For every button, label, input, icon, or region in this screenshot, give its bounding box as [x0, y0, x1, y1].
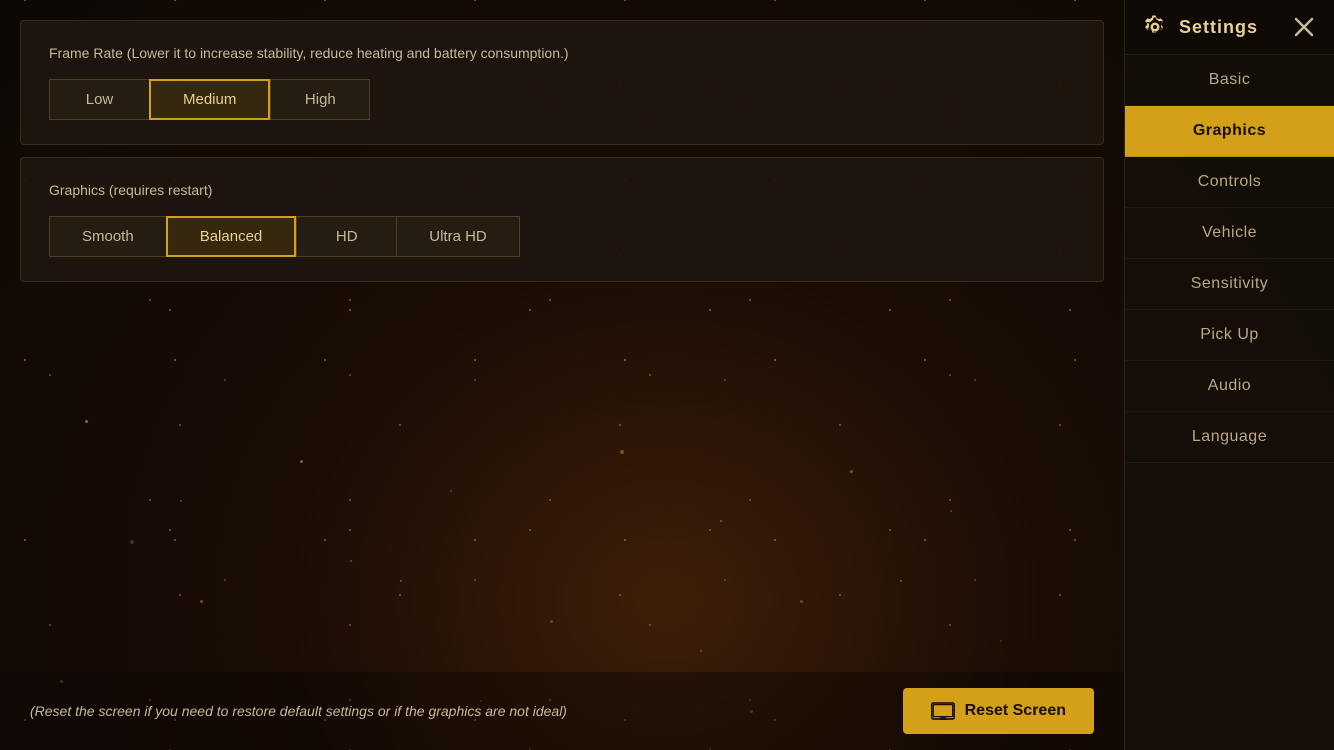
gear-icon	[1141, 13, 1169, 41]
sidebar-item-controls[interactable]: Controls	[1125, 157, 1334, 208]
sidebar-item-basic[interactable]: Basic	[1125, 55, 1334, 106]
close-icon[interactable]	[1290, 13, 1318, 41]
sidebar-item-sensitivity[interactable]: Sensitivity	[1125, 259, 1334, 310]
graphics-hd-button[interactable]: HD	[296, 216, 396, 257]
settings-title: Settings	[1179, 17, 1258, 38]
frame-rate-label: Frame Rate (Lower it to increase stabili…	[49, 45, 1075, 61]
sidebar-item-pickup[interactable]: Pick Up	[1125, 310, 1334, 361]
graphics-card: Graphics (requires restart) Smooth Balan…	[20, 157, 1104, 282]
sidebar-item-graphics[interactable]: Graphics	[1125, 106, 1334, 157]
frame-rate-high-button[interactable]: High	[270, 79, 370, 120]
sidebar-item-vehicle[interactable]: Vehicle	[1125, 208, 1334, 259]
sidebar-item-sensitivity-label: Sensitivity	[1191, 275, 1269, 293]
main-layout: Frame Rate (Lower it to increase stabili…	[0, 0, 1334, 750]
sidebar-item-graphics-label: Graphics	[1193, 122, 1266, 140]
graphics-balanced-button[interactable]: Balanced	[166, 216, 297, 257]
bottom-hint-text: (Reset the screen if you need to restore…	[30, 703, 567, 719]
frame-rate-low-button[interactable]: Low	[49, 79, 149, 120]
main-content-area: Frame Rate (Lower it to increase stabili…	[0, 0, 1124, 750]
reset-screen-icon	[931, 702, 955, 720]
graphics-ultra-hd-button[interactable]: Ultra HD	[396, 216, 520, 257]
sidebar-item-vehicle-label: Vehicle	[1202, 224, 1257, 242]
sidebar-item-basic-label: Basic	[1209, 71, 1251, 89]
reset-screen-label: Reset Screen	[965, 702, 1066, 720]
reset-screen-button[interactable]: Reset Screen	[903, 688, 1094, 734]
sidebar-nav: Basic Graphics Controls Vehicle Sensitiv…	[1125, 55, 1334, 750]
sidebar-item-language-label: Language	[1192, 428, 1267, 446]
graphics-label: Graphics (requires restart)	[49, 182, 1075, 198]
bottom-bar: (Reset the screen if you need to restore…	[0, 672, 1124, 750]
graphics-options: Smooth Balanced HD Ultra HD	[49, 216, 1075, 257]
sidebar-item-language[interactable]: Language	[1125, 412, 1334, 463]
sidebar-item-audio-label: Audio	[1208, 377, 1251, 395]
frame-rate-options: Low Medium High	[49, 79, 1075, 120]
frame-rate-medium-button[interactable]: Medium	[149, 79, 270, 120]
settings-title-group: Settings	[1141, 13, 1258, 41]
sidebar: Settings Basic Graphics Controls Vehicle…	[1124, 0, 1334, 750]
sidebar-item-controls-label: Controls	[1198, 173, 1262, 191]
settings-header: Settings	[1125, 0, 1334, 55]
frame-rate-card: Frame Rate (Lower it to increase stabili…	[20, 20, 1104, 145]
sidebar-item-pickup-label: Pick Up	[1200, 326, 1259, 344]
graphics-smooth-button[interactable]: Smooth	[49, 216, 166, 257]
sidebar-item-audio[interactable]: Audio	[1125, 361, 1334, 412]
